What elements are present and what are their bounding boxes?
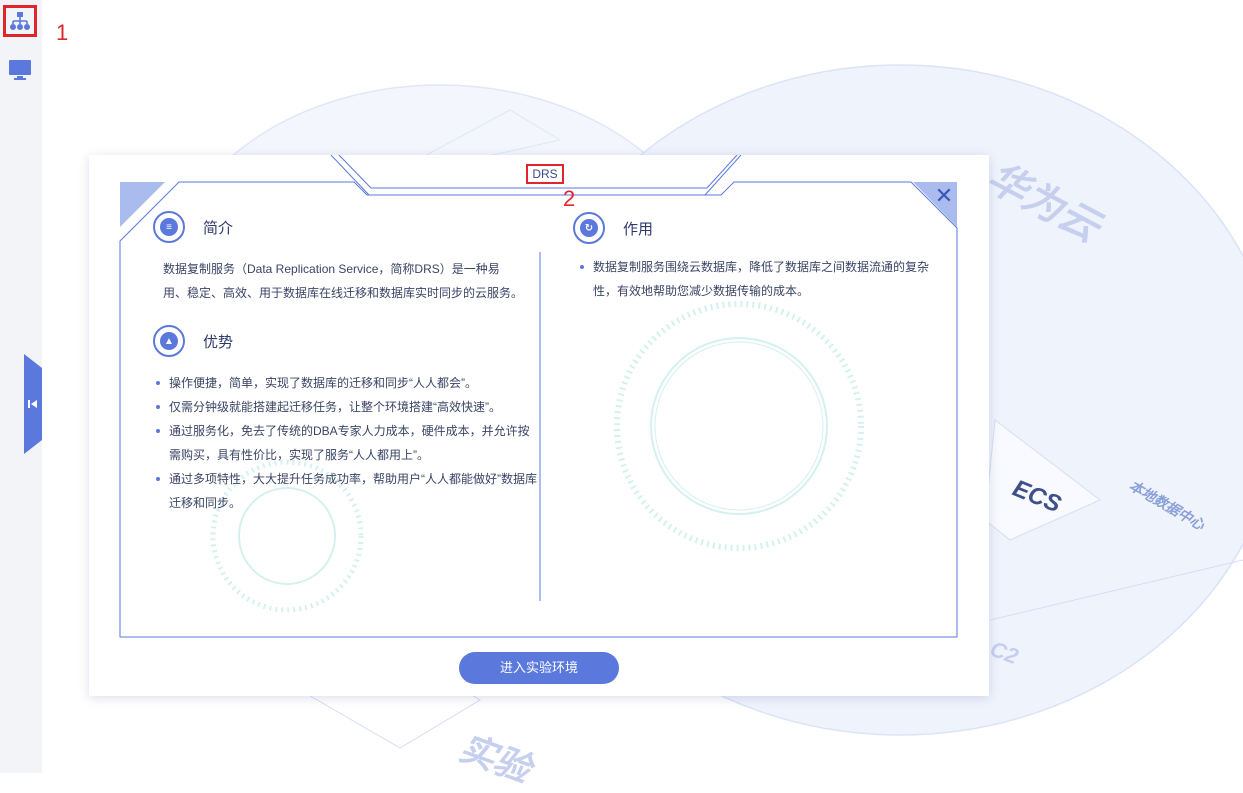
- list-item: 操作便捷，简单，实现了数据库的迁移和同步“人人都会”。: [156, 371, 537, 395]
- list-item: 通过多项特性，大大提升任务成功率，帮助用户“人人都能做好”数据库迁移和同步。: [156, 467, 537, 515]
- dialog-title: DRS: [526, 164, 564, 184]
- usage-list: 数据复制服务围绕云数据库，降低了数据库之间数据流通的复杂性，有效地帮助您减少数据…: [579, 255, 949, 303]
- list-item: 通过服务化，免去了传统的DBA专家人力成本，硬件成本，并允许按需购买，具有性价比…: [156, 419, 537, 467]
- advantages-icon: ▲: [153, 325, 185, 357]
- advantages-heading: 优势: [203, 334, 234, 351]
- list-item: 数据复制服务围绕云数据库，降低了数据库之间数据流通的复杂性，有效地帮助您减少数据…: [580, 255, 949, 303]
- enter-lab-button[interactable]: 进入实验环境: [459, 652, 619, 684]
- intro-icon: ≡: [153, 211, 185, 243]
- list-item: 仅需分钟级就能搭建起迁移任务，让整个环境搭建“高效快速”。: [156, 395, 537, 419]
- topology-button[interactable]: [3, 5, 37, 37]
- close-button[interactable]: ✕: [933, 185, 955, 207]
- annotation-marker-1: 1: [56, 20, 69, 45]
- advantages-list: 操作便捷，简单，实现了数据库的迁移和同步“人人都会”。 仅需分钟级就能搭建起迁移…: [155, 371, 537, 515]
- usage-icon: ↻: [573, 212, 605, 244]
- drs-info-dialog: DRS 2 ✕ ≡ 简介 数据复制服务（Data Replication Ser…: [89, 155, 989, 696]
- desktop-button[interactable]: [3, 54, 37, 86]
- usage-heading: 作用: [623, 221, 654, 238]
- intro-text: 数据复制服务（Data Replication Service，简称DRS）是一…: [163, 262, 524, 300]
- collapse-panel-button[interactable]: [24, 354, 42, 454]
- annotation-marker-2: 2: [563, 186, 576, 211]
- collapse-left-icon: [28, 400, 37, 408]
- topology-icon: [10, 12, 30, 30]
- close-icon: ✕: [934, 183, 954, 208]
- intro-heading: 简介: [203, 220, 234, 237]
- desktop-icon: [9, 60, 31, 80]
